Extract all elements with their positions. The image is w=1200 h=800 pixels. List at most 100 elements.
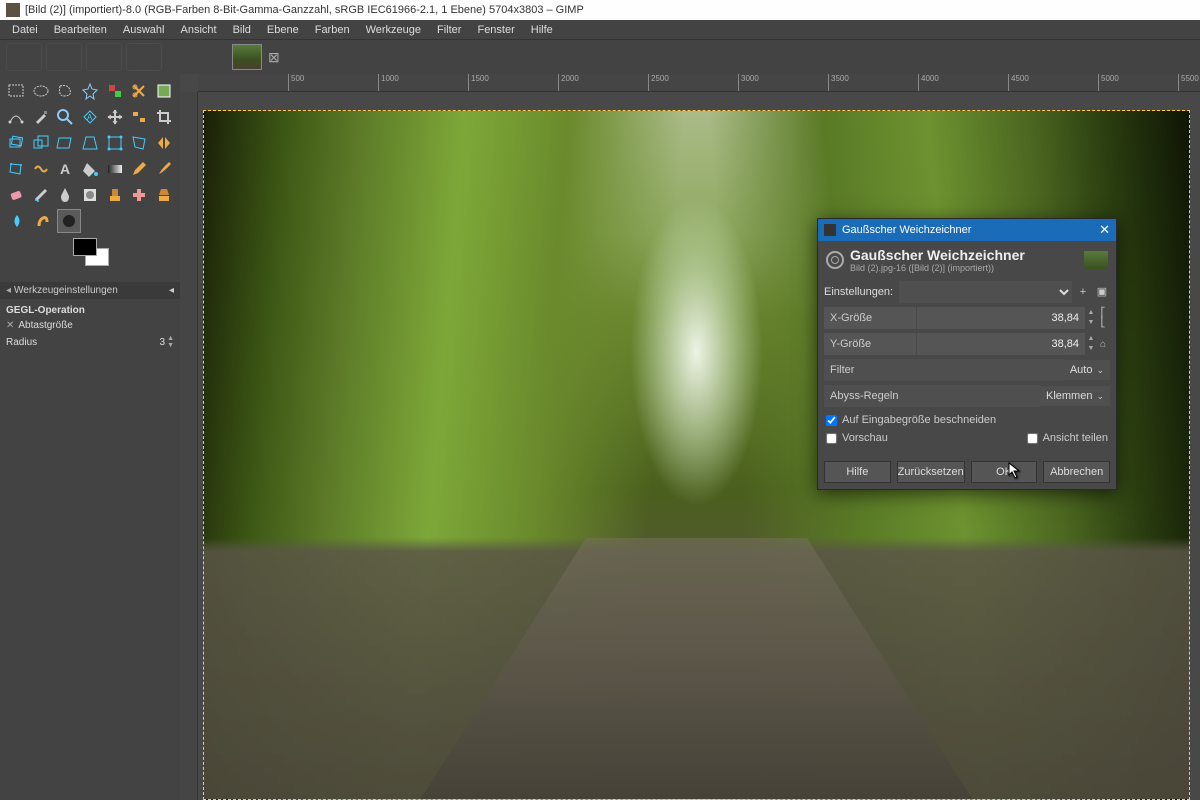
toolbox: A A [0,74,180,282]
unit-icon[interactable]: ⌂ [1096,339,1110,350]
settings-label: Einstellungen: [824,286,899,298]
dialog-header: Gaußscher Weichzeichner Bild (2).jpg-16 … [818,241,1116,277]
split-view-checkbox-row[interactable]: Ansicht teilen [1025,429,1110,447]
zoom-tool[interactable] [54,105,77,129]
menu-farben[interactable]: Farben [307,22,358,38]
heal-tool[interactable] [128,183,151,207]
tool-options-header: ◂Werkzeugeinstellungen ◂ [0,282,180,299]
gegl-operation-label: GEGL-Operation [6,303,174,318]
ellipse-select-tool[interactable] [30,79,53,103]
horizontal-ruler[interactable]: 500 1000 1500 2000 2500 3000 3500 4000 4… [198,74,1200,92]
x-spin-down[interactable]: ▼ [1086,318,1096,328]
menu-bearbeiten[interactable]: Bearbeiten [46,22,115,38]
mypaint-brush-tool[interactable] [79,183,102,207]
dodge-burn-tool[interactable] [57,209,81,233]
y-size-input[interactable]: 38,84 [917,333,1085,355]
menu-filter[interactable]: Filter [429,22,469,38]
menu-bild[interactable]: Bild [225,22,259,38]
image-tab-thumb[interactable] [232,44,262,70]
panel-menu-icon[interactable]: ◂ [169,285,174,296]
link-xy-icon[interactable]: ⎡⎣ [1096,309,1110,327]
perspective-tool[interactable] [79,131,102,155]
unified-transform-tool[interactable] [103,131,126,155]
gradient-tool[interactable] [103,157,126,181]
radius-value[interactable]: 3 [160,337,166,348]
clip-checkbox[interactable] [826,415,837,426]
color-picker-tool[interactable] [30,105,53,129]
x-size-input[interactable]: 38,84 [917,307,1085,329]
x-size-row: X-Größe 38,84 ▲▼ ⎡⎣ [824,307,1110,329]
clip-checkbox-row[interactable]: Auf Eingabegröße beschneiden [824,411,1110,429]
text-tool[interactable]: A [54,157,77,181]
color-select-tool[interactable] [103,79,126,103]
scissors-tool[interactable] [128,79,151,103]
cage-tool[interactable] [5,157,28,181]
measure-tool[interactable]: A [79,105,102,129]
eraser-tool[interactable] [5,183,28,207]
abtastgroesse-label: Abtastgröße [18,320,174,331]
foreground-color[interactable] [73,238,97,256]
foreground-select-tool[interactable] [152,79,175,103]
radius-spin-down[interactable]: ▼ [167,342,174,349]
warp-tool[interactable] [30,157,53,181]
menu-ebene[interactable]: Ebene [259,22,307,38]
dialog-close-icon[interactable]: ✕ [1099,222,1110,238]
rect-select-tool[interactable] [5,79,28,103]
y-spin-down[interactable]: ▼ [1086,344,1096,354]
tab-close-icon[interactable]: ⊠ [268,49,280,66]
chevron-down-icon: ⌄ [1096,391,1104,402]
move-tool[interactable] [103,105,126,129]
dialog-titlebar[interactable]: Gaußscher Weichzeichner ✕ [818,219,1116,241]
pencil-tool[interactable] [128,157,151,181]
bucket-fill-tool[interactable] [79,157,102,181]
preview-checkbox-row[interactable]: Vorschau [824,429,890,447]
radius-row: Radius 3 ▲▼ [6,333,174,351]
airbrush-tool[interactable] [30,183,53,207]
ink-tool[interactable] [54,183,77,207]
flip-tool[interactable] [152,131,175,155]
cancel-button[interactable]: Abbrechen [1043,461,1110,483]
crop-tool[interactable] [152,105,175,129]
free-select-tool[interactable] [54,79,77,103]
y-spin-up[interactable]: ▲ [1086,334,1096,344]
handle-transform-tool[interactable] [128,131,151,155]
dialog-subheading: Bild (2).jpg-16 ([Bild (2)] (importiert)… [850,263,1025,273]
menu-werkzeuge[interactable]: Werkzeuge [358,22,429,38]
gaussian-blur-dialog: Gaußscher Weichzeichner ✕ Gaußscher Weic… [817,218,1117,490]
ok-button[interactable]: OK [971,461,1038,483]
paintbrush-tool[interactable] [152,157,175,181]
rotate-tool[interactable] [5,131,28,155]
radius-spin-up[interactable]: ▲ [167,335,174,342]
shear-tool[interactable] [54,131,77,155]
fuzzy-select-tool[interactable] [79,79,102,103]
preview-checkbox[interactable] [826,433,837,444]
perspective-clone-tool[interactable] [152,183,175,207]
scale-tool[interactable] [30,131,53,155]
settings-add-icon[interactable]: + [1075,282,1091,302]
help-button[interactable]: Hilfe [824,461,891,483]
align-tool[interactable] [128,105,151,129]
collapse-x-icon[interactable]: ✕ [6,320,14,331]
abyss-row[interactable]: Abyss-Regeln Klemmen⌄ [824,385,1110,407]
menu-fenster[interactable]: Fenster [469,22,522,38]
blur-tool[interactable] [5,209,29,233]
paths-tool[interactable] [5,105,28,129]
tool-options-body: GEGL-Operation ✕ Abtastgröße Radius 3 ▲▼ [0,299,180,355]
clone-tool[interactable] [103,183,126,207]
menu-auswahl[interactable]: Auswahl [115,22,173,38]
filter-row[interactable]: Filter Auto⌄ [824,359,1110,381]
menu-hilfe[interactable]: Hilfe [523,22,561,38]
settings-menu-icon[interactable]: ▣ [1094,282,1110,302]
abyss-label: Abyss-Regeln [824,385,1040,407]
split-view-checkbox[interactable] [1027,433,1038,444]
settings-combo[interactable] [899,281,1072,303]
vertical-ruler[interactable] [180,92,198,800]
dialog-title-text: Gaußscher Weichzeichner [842,224,971,236]
menu-ansicht[interactable]: Ansicht [172,22,224,38]
menu-datei[interactable]: Datei [4,22,46,38]
svg-text:A: A [87,113,93,122]
x-spin-up[interactable]: ▲ [1086,308,1096,318]
smudge-tool[interactable] [31,209,55,233]
fg-bg-colors[interactable] [65,238,115,274]
reset-button[interactable]: Zurücksetzen [897,461,965,483]
